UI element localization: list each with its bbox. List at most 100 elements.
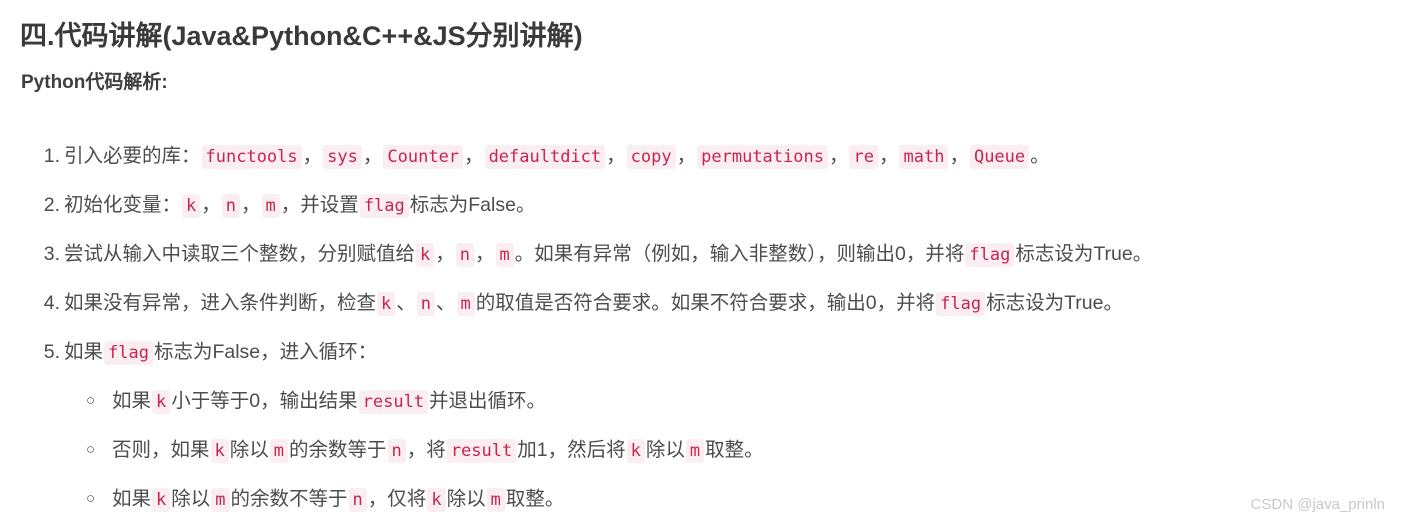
text-fragment: 尝试从输入中读取三个整数，分别赋值给 bbox=[64, 243, 416, 265]
list-item: 5. 如果 flag 标志为False，进入循环： bbox=[0, 328, 1401, 377]
list-item-text: 初始化变量： k， n， m ，并设置 flag 标志为False。 bbox=[64, 194, 536, 218]
inline-code-token: result bbox=[358, 390, 429, 414]
csdn-watermark: CSDN @java_prinln bbox=[1250, 496, 1385, 513]
list-item-number: 3. bbox=[43, 243, 60, 265]
inline-code-token: m bbox=[269, 439, 289, 463]
inline-code-token: flag bbox=[965, 243, 1015, 267]
text-fragment: 并退出循环。 bbox=[429, 390, 547, 412]
text-fragment: ， bbox=[606, 145, 626, 167]
text-fragment: 小于等于0，输出结果 bbox=[171, 390, 358, 412]
inline-code-token: m bbox=[211, 488, 230, 512]
inline-code-token: defaultdict bbox=[484, 145, 606, 169]
text-fragment: 除以 bbox=[446, 488, 486, 510]
nested-list: ○ 如果 k 小于等于0，输出结果 result 并退出循环。 ○ 否则，如果 k 除以 m 的余数等… bbox=[0, 377, 1401, 524]
text-fragment: ， bbox=[201, 194, 221, 216]
text-fragment: ， bbox=[949, 145, 969, 167]
inline-code-token: m bbox=[685, 439, 705, 463]
list-item: 1. 引入必要的库： functools， sys， Counter， defaultdi… bbox=[0, 132, 1401, 181]
inline-code-token: math bbox=[899, 145, 949, 169]
text-fragment: ，并设置 bbox=[280, 194, 359, 216]
inline-code-token: n bbox=[348, 488, 367, 512]
inline-code-token: sys bbox=[323, 145, 362, 169]
list-item: 2. 初始化变量： k， n， m ，并设置 flag 标志为False。 bbox=[0, 181, 1401, 230]
article-page: 四.代码讲解(Java&Python&C++&JS分别讲解) Python代码解… bbox=[0, 0, 1401, 523]
text-fragment: ， bbox=[878, 145, 899, 167]
page-title: 四.代码讲解(Java&Python&C++&JS分别讲解) bbox=[20, 21, 583, 51]
inline-code-token: n bbox=[387, 439, 406, 463]
inline-code-token: m bbox=[261, 194, 280, 218]
nested-list-item: ○ 否则，如果 k 除以 m 的余数等于 n ，将 result 加1，然后将 k 除以 m 取整。 bbox=[0, 426, 1401, 475]
text-fragment: ， bbox=[435, 243, 455, 265]
text-fragment: ， bbox=[475, 243, 495, 265]
inline-code-token: m bbox=[486, 488, 505, 512]
text-fragment: 否则，如果 bbox=[112, 439, 210, 461]
python-steps-list: 1. 引入必要的库： functools， sys， Counter， defaultdi… bbox=[0, 132, 1401, 524]
text-fragment: 的余数不等于 bbox=[230, 488, 348, 510]
list-item-text: 尝试从输入中读取三个整数，分别赋值给 k， n， m 。如果有异常（例如，输入非整数），… bbox=[64, 243, 1153, 267]
text-fragment: 。 bbox=[1030, 145, 1050, 167]
text-fragment: 标志设为True。 bbox=[1015, 243, 1153, 265]
inline-code-token: k bbox=[377, 292, 396, 316]
inline-code-token: m bbox=[495, 243, 514, 267]
inline-code-token: Counter bbox=[383, 145, 464, 169]
text-fragment: 标志为False。 bbox=[409, 194, 536, 216]
inline-code-token: result bbox=[446, 439, 517, 463]
text-fragment: ， bbox=[302, 145, 323, 167]
text-fragment: ， bbox=[241, 194, 261, 216]
list-item: 4. 如果没有异常，进入条件判断，检查 k、 n、 m 的取值是否符合要求。如果不符合要求… bbox=[0, 279, 1401, 328]
text-fragment: ， bbox=[362, 145, 383, 167]
inline-code-token: Queue bbox=[969, 145, 1030, 169]
text-fragment: 。如果有异常（例如，输入非整数），则输出0，并将 bbox=[514, 243, 965, 265]
text-fragment: 如果没有异常，进入条件判断，检查 bbox=[64, 292, 377, 314]
inline-code-token: n bbox=[455, 243, 475, 267]
inline-code-token: k bbox=[182, 194, 201, 218]
text-fragment: 如果 bbox=[112, 390, 152, 412]
inline-code-token: k bbox=[416, 243, 435, 267]
text-fragment: 如果 bbox=[64, 341, 104, 363]
nested-list-item-text: 否则，如果 k 除以 m 的余数等于 n ，将 result 加1，然后将 k 除以 m 取整。 bbox=[112, 439, 764, 463]
circle-bullet-icon: ○ bbox=[86, 490, 96, 507]
nested-list-item: ○ 如果 k 小于等于0，输出结果 result 并退出循环。 bbox=[0, 377, 1401, 426]
list-item-text: 如果 flag 标志为False，进入循环： bbox=[64, 341, 378, 365]
inline-code-token: k bbox=[210, 439, 229, 463]
text-fragment: 如果 bbox=[112, 488, 152, 510]
inline-code-token: k bbox=[427, 488, 446, 512]
text-fragment: 、 bbox=[436, 292, 456, 314]
list-item-number: 4. bbox=[43, 292, 60, 314]
circle-bullet-icon: ○ bbox=[86, 441, 96, 458]
list-item-number: 1. bbox=[43, 145, 60, 167]
text-fragment: 标志设为True。 bbox=[986, 292, 1123, 314]
section-subtitle: Python代码解析: bbox=[21, 72, 168, 93]
circle-bullet-icon: ○ bbox=[86, 392, 96, 409]
inline-code-token: copy bbox=[626, 145, 676, 169]
inline-code-token: m bbox=[456, 292, 475, 316]
text-fragment: 初始化变量： bbox=[64, 194, 182, 216]
list-item-number: 5. bbox=[43, 341, 60, 363]
text-fragment: 的取值是否符合要求。如果不符合要求，输出0，并将 bbox=[475, 292, 936, 314]
nested-list-item: ○ 如果 k 除以 m 的余数不等于 n ，仅将 k 除以 m 取整。 bbox=[0, 475, 1401, 524]
inline-code-token: n bbox=[416, 292, 436, 316]
text-fragment: 标志为False，进入循环： bbox=[153, 341, 378, 363]
list-item-text: 如果没有异常，进入条件判断，检查 k、 n、 m 的取值是否符合要求。如果不符合要求，输… bbox=[64, 292, 1123, 316]
text-fragment: 除以 bbox=[645, 439, 685, 461]
text-fragment: ， bbox=[464, 145, 484, 167]
text-fragment: 的余数等于 bbox=[289, 439, 387, 461]
list-item-text: 引入必要的库： functools， sys， Counter， defaultdict… bbox=[64, 145, 1050, 169]
text-fragment: 除以 bbox=[229, 439, 269, 461]
list-item: 3. 尝试从输入中读取三个整数，分别赋值给 k， n， m 。如果有异常（例如，输入非整数… bbox=[0, 230, 1401, 279]
inline-code-token: k bbox=[152, 488, 171, 512]
text-fragment: ，将 bbox=[406, 439, 446, 461]
text-fragment: 取整。 bbox=[705, 439, 764, 461]
text-fragment: ， bbox=[676, 145, 697, 167]
inline-code-token: flag bbox=[104, 341, 153, 365]
inline-code-token: permutations bbox=[697, 145, 828, 169]
inline-code-token: flag bbox=[936, 292, 986, 316]
inline-code-token: k bbox=[626, 439, 645, 463]
text-fragment: 加1，然后将 bbox=[517, 439, 626, 461]
text-fragment: 取整。 bbox=[505, 488, 565, 510]
text-fragment: 引入必要的库： bbox=[64, 145, 201, 167]
text-fragment: 、 bbox=[396, 292, 416, 314]
nested-list-item-text: 如果 k 小于等于0，输出结果 result 并退出循环。 bbox=[112, 390, 547, 414]
text-fragment: ， bbox=[828, 145, 849, 167]
text-fragment: 除以 bbox=[171, 488, 211, 510]
